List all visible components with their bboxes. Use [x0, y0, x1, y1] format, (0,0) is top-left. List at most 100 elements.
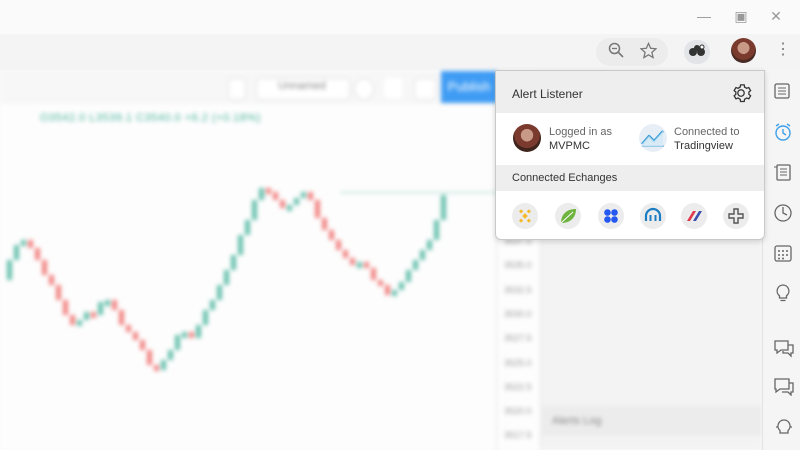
gear-icon[interactable]	[730, 82, 752, 104]
candle	[203, 310, 208, 325]
layout-name: Unnamed	[278, 80, 326, 92]
price-tick: 3527.5	[504, 333, 532, 344]
candle	[49, 275, 54, 285]
star-icon[interactable]	[639, 41, 658, 63]
kraken-icon[interactable]	[640, 203, 666, 229]
ohlc-legend: O3542.0 L3539.1 C3540.0 +6.2 (+0.18%)	[40, 112, 261, 124]
right-sidebar	[762, 70, 800, 450]
candle	[343, 250, 348, 258]
alert-listener-popup: Alert Listener Logged in as MVPMC Connec…	[495, 70, 765, 240]
window-title-bar: — ▣ ✕	[0, 0, 800, 34]
candle	[273, 192, 278, 200]
candle	[126, 325, 131, 332]
watchlist-icon[interactable]	[773, 82, 791, 100]
candle	[357, 262, 362, 268]
candle	[168, 350, 173, 360]
settings-icon[interactable]	[354, 78, 374, 100]
candle	[413, 260, 418, 270]
candle	[14, 245, 19, 260]
alerts-log-header[interactable]: Alerts Log	[540, 406, 762, 436]
omnibox-actions	[596, 38, 668, 66]
minimize-icon[interactable]: —	[694, 6, 714, 26]
publish-button[interactable]: Publish	[441, 71, 497, 103]
candle	[98, 302, 103, 315]
browser-toolbar	[0, 34, 800, 70]
candle	[133, 332, 138, 340]
profile-avatar[interactable]	[731, 38, 756, 63]
alarm-clock-icon[interactable]	[773, 122, 791, 141]
alerts-log-label: Alerts Log	[552, 415, 602, 427]
candle	[140, 340, 145, 350]
candle	[364, 262, 369, 268]
candle	[385, 285, 390, 295]
candle	[252, 200, 257, 220]
bitmex-icon[interactable]	[681, 203, 707, 229]
candle	[210, 300, 215, 310]
candle	[189, 332, 194, 338]
candle	[105, 300, 110, 306]
candle	[42, 260, 47, 275]
candle	[238, 235, 243, 255]
candle	[322, 218, 327, 230]
chart-area[interactable]	[0, 104, 540, 450]
candle	[35, 248, 40, 260]
price-tick: 3522.5	[504, 381, 532, 392]
candle	[266, 188, 271, 194]
candle	[112, 300, 117, 310]
candle	[21, 240, 26, 246]
candle	[420, 250, 425, 260]
candle	[224, 270, 229, 285]
zoom-icon[interactable]	[608, 42, 624, 62]
candle	[399, 282, 404, 290]
candle	[231, 255, 236, 270]
candle	[119, 310, 124, 325]
username: MVPMC	[549, 140, 590, 152]
chart-toolbar: Unnamed Publish	[0, 70, 540, 104]
tradingview-logo-icon	[639, 124, 667, 152]
price-tick: 3535.0	[504, 260, 532, 271]
chats-icon[interactable]	[773, 376, 794, 397]
close-icon[interactable]: ✕	[766, 6, 786, 26]
candle	[336, 240, 341, 250]
user-avatar	[513, 124, 541, 152]
candle	[63, 300, 68, 315]
candle	[441, 195, 446, 220]
camera-icon[interactable]	[414, 78, 436, 100]
candle	[91, 312, 96, 318]
add-exchange-icon[interactable]	[723, 203, 749, 229]
candle	[434, 220, 439, 240]
layout-icon[interactable]	[228, 78, 246, 100]
price-tick: 3517.5	[504, 430, 532, 441]
candle	[287, 205, 292, 211]
candle	[427, 240, 432, 250]
candle	[350, 258, 355, 265]
candle	[196, 325, 201, 338]
fullscreen-icon[interactable]	[384, 78, 402, 98]
connected-to-label: Connected to	[674, 126, 740, 138]
candle	[245, 220, 250, 235]
restore-icon[interactable]: ▣	[731, 6, 751, 26]
ideas-icon[interactable]	[773, 418, 792, 436]
logged-in-label: Logged in as	[549, 126, 612, 138]
data-window-icon[interactable]	[773, 162, 791, 181]
exchanges-title: Connected Echanges	[512, 172, 618, 184]
price-tick: 3532.5	[504, 284, 532, 295]
candle	[161, 360, 166, 370]
lightbulb-icon[interactable]	[773, 283, 791, 302]
bitfinex-icon[interactable]	[555, 203, 581, 229]
candle	[329, 230, 334, 240]
extension-icon[interactable]	[684, 40, 710, 64]
candle	[7, 260, 12, 280]
candle	[77, 320, 82, 326]
candle	[154, 365, 159, 371]
clock-icon[interactable]	[773, 203, 792, 222]
menu-kebab-icon[interactable]: ⋮	[775, 42, 791, 58]
binance-icon[interactable]	[512, 203, 538, 229]
candle	[56, 285, 61, 300]
coinbase-icon[interactable]	[598, 203, 624, 229]
candle	[28, 240, 33, 248]
candle	[217, 285, 222, 300]
price-tick: 3525.0	[504, 357, 532, 368]
chat-icon[interactable]	[773, 338, 794, 358]
calendar-icon[interactable]	[773, 243, 792, 262]
